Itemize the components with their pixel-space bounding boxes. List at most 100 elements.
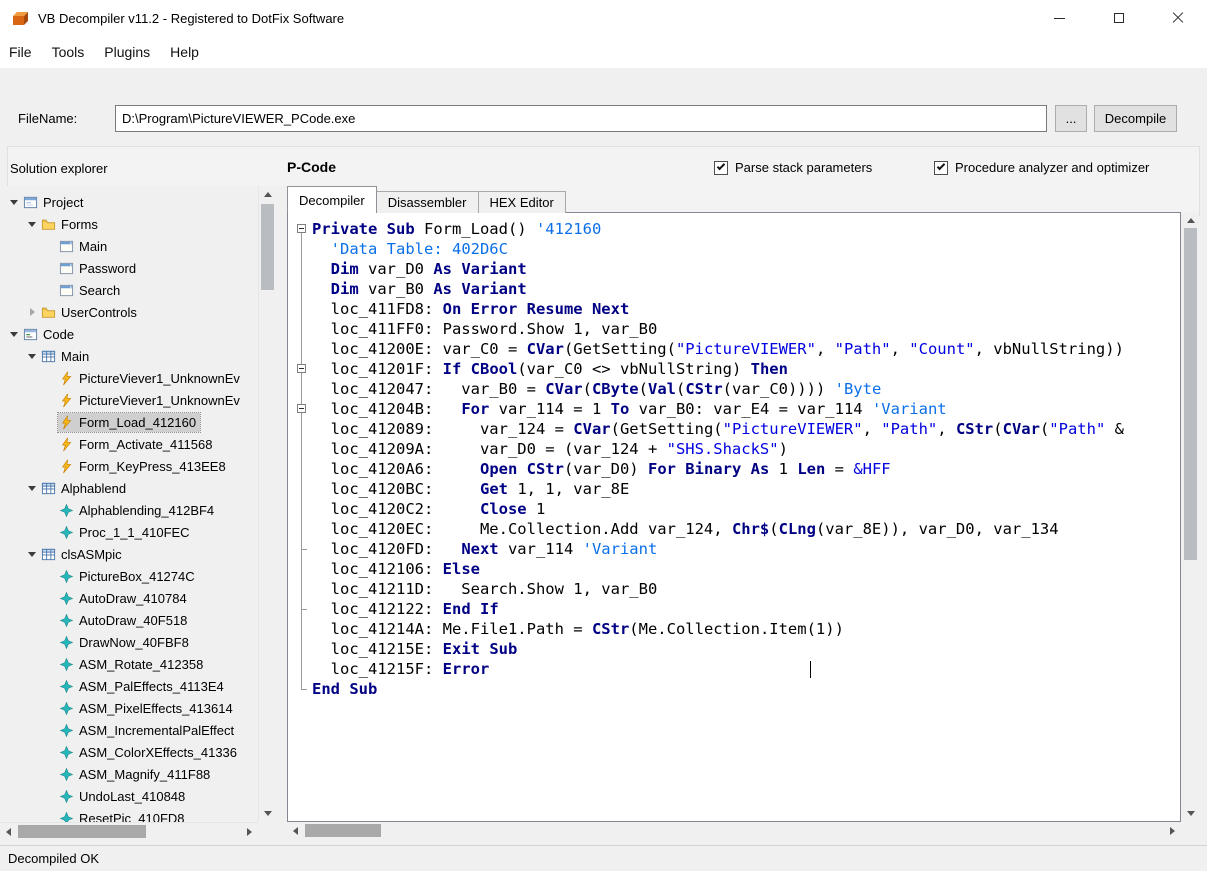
chevron-collapsed-icon[interactable] bbox=[24, 304, 40, 320]
tree-item-clsasmpic[interactable]: clsASMpic bbox=[0, 543, 258, 565]
code-line[interactable]: loc_4120A6: Open CStr(var_D0) For Binary… bbox=[312, 459, 1124, 479]
menu-file[interactable]: File bbox=[0, 36, 42, 68]
tree-item-proc_1_1_410fec[interactable]: Proc_1_1_410FEC bbox=[0, 521, 258, 543]
code-line[interactable]: loc_412047: var_B0 = CVar(CByte(Val(CStr… bbox=[312, 379, 1124, 399]
code-line[interactable]: loc_4120C2: Close 1 bbox=[312, 499, 1124, 519]
close-button[interactable] bbox=[1148, 0, 1207, 36]
tree-item-form_activate_411568[interactable]: Form_Activate_411568 bbox=[0, 433, 258, 455]
chevron-expanded-icon[interactable] bbox=[24, 480, 40, 496]
tree-item-main[interactable]: Main bbox=[0, 235, 258, 257]
code-line[interactable]: loc_41215E: Exit Sub bbox=[312, 639, 1124, 659]
tab-hex-editor[interactable]: HEX Editor bbox=[478, 191, 566, 213]
tree-item-code[interactable]: Code bbox=[0, 323, 258, 345]
chevron-expanded-icon[interactable] bbox=[24, 546, 40, 562]
tree-item-asm_magnify_411f88[interactable]: ASM_Magnify_411F88 bbox=[0, 763, 258, 785]
tree-item-form_load_412160[interactable]: Form_Load_412160 bbox=[0, 411, 258, 433]
parse-stack-checkbox[interactable]: Parse stack parameters bbox=[714, 160, 872, 175]
tree-item-autodraw_410784[interactable]: AutoDraw_410784 bbox=[0, 587, 258, 609]
menu-help[interactable]: Help bbox=[160, 36, 209, 68]
tree-item-label: AutoDraw_410784 bbox=[79, 591, 187, 606]
code-line[interactable]: loc_4120EC: Me.Collection.Add var_124, C… bbox=[312, 519, 1124, 539]
menu-plugins[interactable]: Plugins bbox=[94, 36, 160, 68]
tree-vertical-scrollbar[interactable] bbox=[258, 186, 276, 822]
code-line[interactable]: loc_412106: Else bbox=[312, 559, 1124, 579]
tab-decompiler[interactable]: Decompiler bbox=[287, 186, 377, 213]
code-line[interactable]: loc_41209A: var_D0 = (var_124 + "SHS.Sha… bbox=[312, 439, 1124, 459]
code-line[interactable]: loc_411FF0: Password.Show 1, var_B0 bbox=[312, 319, 1124, 339]
code-horizontal-scrollbar[interactable] bbox=[287, 822, 1181, 840]
tree-item-drawnow_40fbf8[interactable]: DrawNow_40FBF8 bbox=[0, 631, 258, 653]
minimize-button[interactable] bbox=[1030, 0, 1089, 36]
tree-item-label: Project bbox=[43, 195, 83, 210]
menu-tools[interactable]: Tools bbox=[42, 36, 95, 68]
code-line[interactable]: loc_4120BC: Get 1, 1, var_8E bbox=[312, 479, 1124, 499]
chevron-expanded-icon[interactable] bbox=[24, 348, 40, 364]
filename-input[interactable]: D:\Program\PictureVIEWER_PCode.exe bbox=[115, 105, 1047, 132]
tree-item-alphablending_412bf4[interactable]: Alphablending_412BF4 bbox=[0, 499, 258, 521]
procedure-analyzer-checkbox[interactable]: Procedure analyzer and optimizer bbox=[934, 160, 1149, 175]
tab-disassembler[interactable]: Disassembler bbox=[376, 191, 479, 213]
scroll-up-arrow-icon[interactable] bbox=[264, 192, 272, 197]
scroll-down-arrow-icon[interactable] bbox=[264, 811, 272, 816]
code-line[interactable]: loc_41214A: Me.File1.Path = CStr(Me.Coll… bbox=[312, 619, 1124, 639]
scroll-up-arrow-icon[interactable] bbox=[1187, 218, 1195, 223]
tree-item-project[interactable]: Project bbox=[0, 191, 258, 213]
fold-collapse-icon[interactable] bbox=[297, 404, 306, 413]
code-line[interactable]: loc_41204B: For var_114 = 1 To var_B0: v… bbox=[312, 399, 1124, 419]
code-editor[interactable]: Private Sub Form_Load() '412160 'Data Ta… bbox=[287, 212, 1181, 822]
code-line[interactable]: loc_41201F: If CBool(var_C0 <> vbNullStr… bbox=[312, 359, 1124, 379]
tree-horizontal-scrollbar[interactable] bbox=[0, 822, 258, 840]
tree-item-forms[interactable]: Forms bbox=[0, 213, 258, 235]
chevron-expanded-icon[interactable] bbox=[24, 216, 40, 232]
tree-item-asm_paleffects_4113e4[interactable]: ASM_PalEffects_4113E4 bbox=[0, 675, 258, 697]
tree-vscroll-thumb[interactable] bbox=[261, 204, 274, 290]
scroll-right-arrow-icon[interactable] bbox=[247, 828, 252, 836]
titlebar[interactable]: VB Decompiler v11.2 - Registered to DotF… bbox=[0, 0, 1207, 36]
code-line[interactable]: End Sub bbox=[312, 679, 1124, 699]
code-line[interactable]: loc_411FD8: On Error Resume Next bbox=[312, 299, 1124, 319]
code-line[interactable]: loc_41215F: Error bbox=[312, 659, 1124, 679]
code-line[interactable]: loc_412089: var_124 = CVar(GetSetting("P… bbox=[312, 419, 1124, 439]
fold-collapse-icon[interactable] bbox=[297, 364, 306, 373]
fold-collapse-icon[interactable] bbox=[297, 224, 306, 233]
tree-item-main[interactable]: Main bbox=[0, 345, 258, 367]
tree-item-asm_rotate_412358[interactable]: ASM_Rotate_412358 bbox=[0, 653, 258, 675]
chevron-expanded-icon[interactable] bbox=[6, 326, 22, 342]
tree-item-pictureviever1_unknownev[interactable]: PictureViever1_UnknownEv bbox=[0, 389, 258, 411]
code-vertical-scrollbar[interactable] bbox=[1182, 212, 1199, 822]
tree-item-form_keypress_413ee8[interactable]: Form_KeyPress_413EE8 bbox=[0, 455, 258, 477]
tree-item-autodraw_40f518[interactable]: AutoDraw_40F518 bbox=[0, 609, 258, 631]
code-line[interactable]: loc_41211D: Search.Show 1, var_B0 bbox=[312, 579, 1124, 599]
code-line[interactable]: Private Sub Form_Load() '412160 bbox=[312, 219, 1124, 239]
tree-item-asm_pixeleffects_413614[interactable]: ASM_PixelEffects_413614 bbox=[0, 697, 258, 719]
decompile-button[interactable]: Decompile bbox=[1094, 105, 1177, 132]
code-hscroll-thumb[interactable] bbox=[305, 824, 381, 837]
tree-item-resetpic_410fd8[interactable]: ResetPic_410FD8 bbox=[0, 807, 258, 822]
scroll-right-arrow-icon[interactable] bbox=[1170, 827, 1175, 835]
chevron-expanded-icon[interactable] bbox=[6, 194, 22, 210]
code-line[interactable]: loc_412122: End If bbox=[312, 599, 1124, 619]
panel-splitter[interactable] bbox=[276, 186, 287, 840]
code-vscroll-thumb[interactable] bbox=[1184, 228, 1197, 560]
tree-item-label: ASM_ColorXEffects_41336 bbox=[79, 745, 237, 760]
tree-item-undolast_410848[interactable]: UndoLast_410848 bbox=[0, 785, 258, 807]
tree-item-usercontrols[interactable]: UserControls bbox=[0, 301, 258, 323]
code-line[interactable]: 'Data Table: 402D6C bbox=[312, 239, 1124, 259]
code-line[interactable]: loc_41200E: var_C0 = CVar(GetSetting("Pi… bbox=[312, 339, 1124, 359]
scroll-left-arrow-icon[interactable] bbox=[6, 828, 11, 836]
tree-item-picturebox_41274c[interactable]: PictureBox_41274C bbox=[0, 565, 258, 587]
code-line[interactable]: Dim var_B0 As Variant bbox=[312, 279, 1124, 299]
tree-item-search[interactable]: Search bbox=[0, 279, 258, 301]
scroll-down-arrow-icon[interactable] bbox=[1187, 811, 1195, 816]
tree-hscroll-thumb[interactable] bbox=[18, 825, 146, 838]
tree-item-password[interactable]: Password bbox=[0, 257, 258, 279]
maximize-button[interactable] bbox=[1089, 0, 1148, 36]
browse-button[interactable]: ... bbox=[1055, 105, 1087, 132]
tree-item-alphablend[interactable]: Alphablend bbox=[0, 477, 258, 499]
code-line[interactable]: Dim var_D0 As Variant bbox=[312, 259, 1124, 279]
tree-item-pictureviever1_unknownev[interactable]: PictureViever1_UnknownEv bbox=[0, 367, 258, 389]
code-line[interactable]: loc_4120FD: Next var_114 'Variant bbox=[312, 539, 1124, 559]
tree-item-asm_colorxeffects_41336[interactable]: ASM_ColorXEffects_41336 bbox=[0, 741, 258, 763]
tree-item-asm_incrementalpaleffect[interactable]: ASM_IncrementalPalEffect bbox=[0, 719, 258, 741]
scroll-left-arrow-icon[interactable] bbox=[293, 827, 298, 835]
